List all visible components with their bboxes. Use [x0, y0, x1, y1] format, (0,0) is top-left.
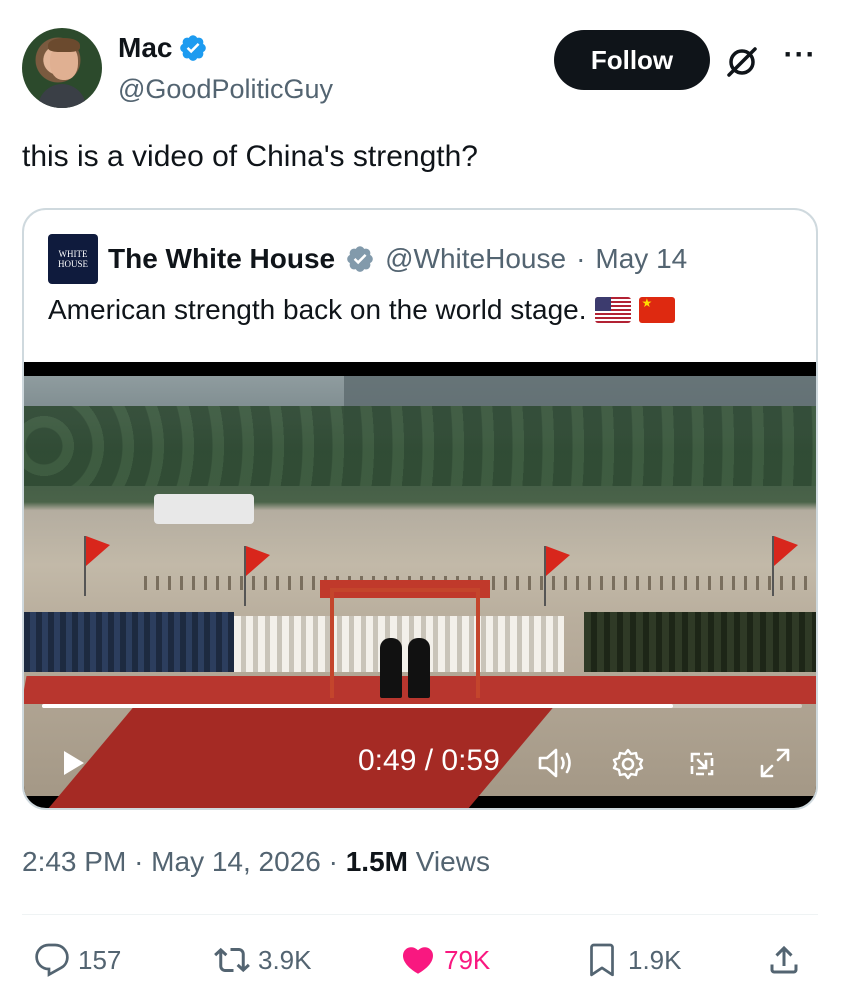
reply-icon — [35, 943, 69, 977]
heart-icon — [402, 947, 434, 974]
quoted-text: American strength back on the world stag… — [48, 294, 587, 325]
video-bus — [154, 494, 254, 524]
video-frame — [24, 376, 816, 808]
fullscreen-expand-icon[interactable] — [758, 746, 792, 780]
grok-icon[interactable] — [724, 44, 760, 80]
settings-gear-icon[interactable] — [610, 746, 646, 782]
bookmark-icon — [590, 943, 614, 977]
video-time: 0:49 / 0:59 — [358, 744, 500, 777]
quoted-tweet[interactable]: WHITE HOUSE The White House @WhiteHouse … — [22, 208, 818, 810]
quoted-author-name[interactable]: The White House — [108, 243, 335, 275]
views-label: Views — [415, 846, 490, 877]
video-flag-pole — [244, 546, 246, 606]
reply-button[interactable]: 157 — [34, 942, 121, 978]
china-flag-icon — [638, 297, 675, 323]
video-progress-bar[interactable] — [42, 704, 802, 708]
video-troops-navy — [24, 612, 234, 672]
video-troops-green — [584, 612, 816, 672]
video-red-flag — [246, 546, 270, 576]
video-figure — [408, 638, 430, 698]
avatar-shirt — [38, 84, 86, 108]
quoted-author-handle[interactable]: @WhiteHouse — [385, 243, 566, 275]
video-flag-pole — [772, 536, 774, 596]
avatar[interactable] — [22, 28, 102, 108]
repost-button[interactable]: 3.9K — [214, 942, 312, 978]
tweet-header: Mac @GoodPoliticGuy Follow ··· — [22, 28, 822, 108]
bookmark-count: 1.9K — [628, 944, 682, 975]
quoted-tweet-header: WHITE HOUSE The White House @WhiteHouse … — [48, 234, 687, 284]
volume-icon[interactable] — [536, 746, 576, 780]
repost-icon — [214, 947, 250, 973]
author-handle[interactable]: @GoodPoliticGuy — [118, 74, 333, 105]
author-name[interactable]: Mac — [118, 32, 172, 64]
video-controls: 0:49 / 0:59 — [24, 734, 816, 794]
tweet-date[interactable]: May 14, 2026 — [151, 846, 321, 877]
follow-button[interactable]: Follow — [554, 30, 710, 90]
author-name-row: Mac — [118, 32, 208, 64]
share-button[interactable] — [766, 942, 802, 978]
video-flag-pole — [544, 546, 546, 606]
reply-count: 157 — [78, 944, 122, 975]
tweet-time[interactable]: 2:43 PM — [22, 846, 126, 877]
quoted-date[interactable]: May 14 — [595, 243, 687, 275]
us-flag-icon — [594, 297, 631, 323]
divider — [22, 914, 818, 915]
tweet-text: this is a video of China's strength? — [22, 140, 478, 173]
like-button[interactable]: 79K — [400, 942, 490, 978]
bookmark-button[interactable]: 1.9K — [584, 942, 682, 978]
like-count: 79K — [444, 944, 491, 975]
meta-separator: · — [134, 846, 152, 877]
share-icon — [770, 945, 798, 974]
video-progress-fill — [42, 704, 673, 708]
picture-in-picture-icon[interactable] — [684, 746, 720, 782]
video-flag-pole — [84, 536, 86, 596]
views-count: 1.5M — [345, 846, 408, 877]
avatar-hair — [48, 38, 80, 52]
quoted-separator: · — [576, 243, 586, 274]
video-red-flag — [546, 546, 570, 576]
action-bar: 157 3.9K 79K 1.9K — [0, 942, 842, 988]
meta-separator: · — [328, 846, 346, 877]
white-house-logo-text: WHITE HOUSE — [57, 249, 88, 269]
video-red-flag — [86, 536, 110, 566]
verified-badge-icon[interactable] — [178, 33, 208, 63]
video-red-flag — [774, 536, 798, 566]
play-icon[interactable] — [58, 748, 88, 778]
video-trees — [24, 406, 816, 486]
more-options-icon[interactable]: ··· — [782, 40, 818, 76]
video-player[interactable]: 0:49 / 0:59 — [24, 362, 816, 808]
quoted-tweet-text: American strength back on the world stag… — [48, 294, 675, 326]
video-pavilion — [330, 588, 480, 698]
white-house-logo[interactable]: WHITE HOUSE — [48, 234, 98, 284]
video-figure — [380, 638, 402, 698]
gray-verified-badge-icon[interactable] — [345, 244, 375, 274]
tweet-meta: 2:43 PM · May 14, 2026 · 1.5M Views — [22, 846, 490, 878]
repost-count: 3.9K — [258, 944, 312, 975]
